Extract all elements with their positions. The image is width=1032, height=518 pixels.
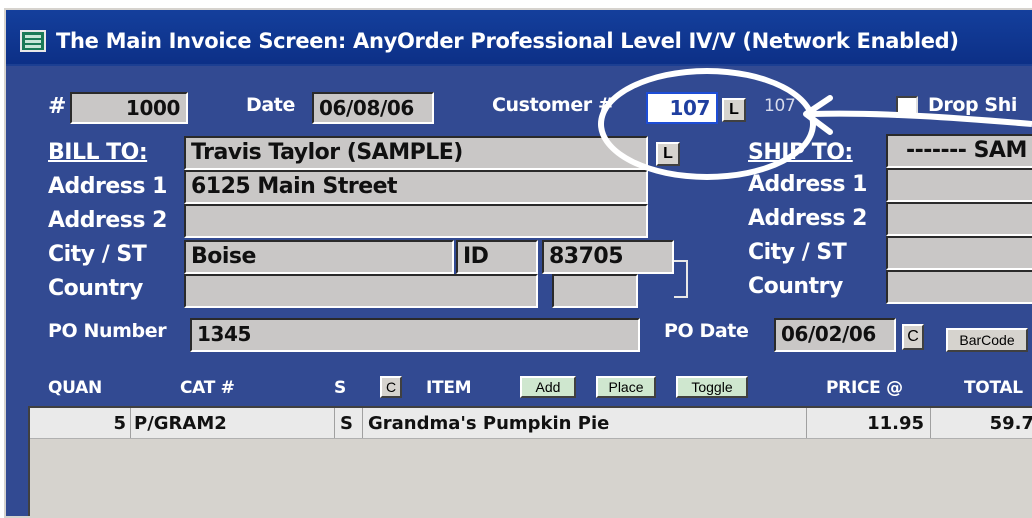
title-bar[interactable]: The Main Invoice Screen: AnyOrder Profes… <box>6 10 1032 66</box>
invoice-number-label: # <box>48 94 66 119</box>
row-quan: 5 <box>113 413 126 434</box>
city-st-label: City / ST <box>48 242 147 267</box>
drop-ship-checkbox[interactable] <box>896 96 918 118</box>
row-cat: P/GRAM2 <box>134 413 227 434</box>
row-price: 11.95 <box>867 413 924 434</box>
ship-city-label: City / ST <box>748 240 847 265</box>
address2-label: Address 2 <box>48 208 167 233</box>
drop-ship-label: Drop Shi <box>928 94 1017 116</box>
s-header: S <box>334 378 346 398</box>
bill-address2-field[interactable] <box>184 204 648 238</box>
barcode-button[interactable]: BarCode <box>946 328 1028 352</box>
row-total: 59.7 <box>989 413 1032 434</box>
bill-country-extra-field[interactable] <box>552 274 638 308</box>
zip-connector-line <box>674 260 688 298</box>
po-number-field[interactable]: 1345 <box>190 318 640 352</box>
cat-header: CAT # <box>180 378 235 398</box>
toggle-button[interactable]: Toggle <box>676 376 748 398</box>
invoice-number-field[interactable]: 1000 <box>70 92 188 124</box>
c-column-button[interactable]: C <box>380 376 402 398</box>
ship-address2-label: Address 2 <box>748 206 867 231</box>
add-button[interactable]: Add <box>520 376 576 398</box>
po-date-label: PO Date <box>664 320 749 342</box>
total-header: TOTAL <box>964 378 1023 398</box>
po-date-calendar-button[interactable]: C <box>902 324 924 350</box>
bill-to-label: BILL TO: <box>48 140 148 165</box>
item-header: ITEM <box>426 378 472 398</box>
bill-zip-field[interactable]: 83705 <box>542 240 674 274</box>
price-header: PRICE @ <box>826 378 903 398</box>
ship-address1-label: Address 1 <box>748 172 867 197</box>
ship-to-name-field[interactable]: ------- SAM <box>886 134 1032 168</box>
bill-city-field[interactable]: Boise <box>184 240 454 274</box>
ship-city-field[interactable] <box>886 236 1032 270</box>
bill-to-name-field[interactable]: Travis Taylor (SAMPLE) <box>184 136 648 170</box>
line-items-grid[interactable]: 5 P/GRAM2 S Grandma's Pumpkin Pie 11.95 … <box>28 406 1032 516</box>
po-date-field[interactable]: 06/02/06 <box>774 318 896 352</box>
date-field[interactable]: 06/08/06 <box>312 92 434 124</box>
row-s: S <box>340 413 353 434</box>
app-icon <box>20 30 46 52</box>
row-item: Grandma's Pumpkin Pie <box>368 413 610 434</box>
bill-country-field[interactable] <box>184 274 538 308</box>
callout-circle <box>598 68 816 180</box>
place-button[interactable]: Place <box>596 376 656 398</box>
customer-number-label: Customer # <box>492 94 614 116</box>
ship-country-label: Country <box>748 274 843 299</box>
window-title: The Main Invoice Screen: AnyOrder Profes… <box>56 29 959 53</box>
ship-address1-field[interactable] <box>886 168 1032 202</box>
ship-address2-field[interactable] <box>886 202 1032 236</box>
invoice-window: The Main Invoice Screen: AnyOrder Profes… <box>4 8 1032 518</box>
country-label: Country <box>48 276 143 301</box>
date-label: Date <box>246 94 295 116</box>
bill-address1-field[interactable]: 6125 Main Street <box>184 170 648 204</box>
po-number-label: PO Number <box>48 320 167 342</box>
bill-state-field[interactable]: ID <box>456 240 538 274</box>
quan-header: QUAN <box>48 378 102 398</box>
address1-label: Address 1 <box>48 174 167 199</box>
ship-country-field[interactable] <box>886 270 1032 304</box>
table-row[interactable]: 5 P/GRAM2 S Grandma's Pumpkin Pie 11.95 … <box>30 408 1032 439</box>
